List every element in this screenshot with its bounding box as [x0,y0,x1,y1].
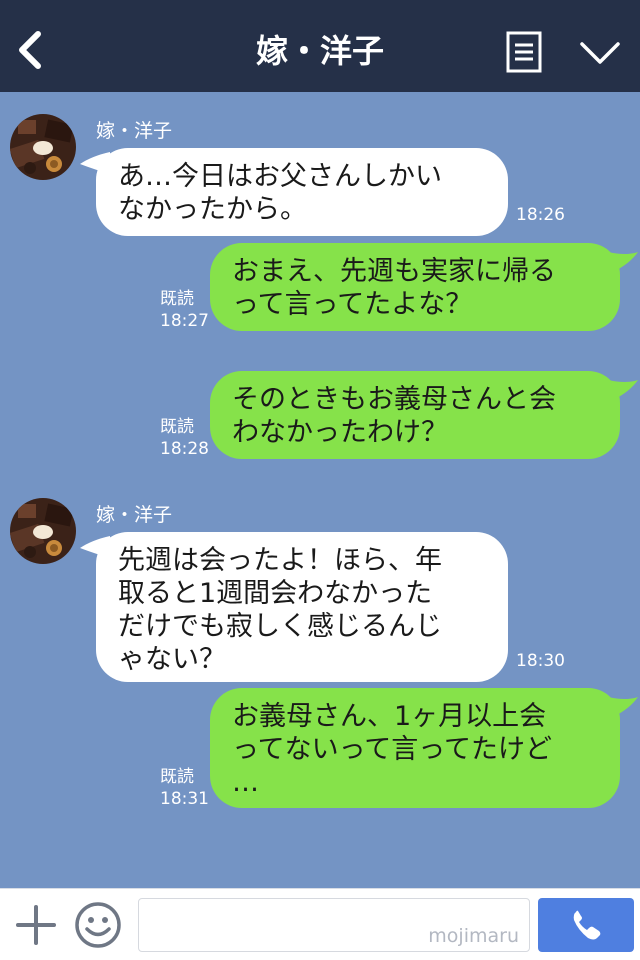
message-bubble-outgoing[interactable]: そのときもお義母さんと会 わなかったわけ？ [210,371,620,459]
message-bubble-incoming[interactable]: 先週は会ったよ！ほら、年 取ると1週間会わなかった だけでも寂しく感じるんじ ゃ… [96,532,508,682]
read-label: 既読 [160,289,194,309]
chocolate-avatar-image [10,498,76,564]
message-line: 取ると1週間会わなかった [118,578,433,609]
bubble-tail [608,697,638,719]
message-time: 18:30 [516,651,565,671]
input-bar: mojimaru [0,888,640,960]
message-bubble-incoming[interactable]: あ…今日はお父さんしかい なかったから。 [96,148,508,236]
message-line: わなかったわけ？ [232,417,448,448]
message-time: 18:27 [160,311,209,331]
chat-title: 嫁・洋子 [255,32,384,70]
expand-button[interactable] [578,40,622,66]
message-time: 18:31 [160,789,209,809]
chat-header: 嫁・洋子 [0,0,640,92]
read-label: 既読 [160,767,194,787]
message-line: おまえ、先週も実家に帰る [232,256,556,287]
read-receipt: 既読 18:28 [160,416,209,460]
chevron-down-icon [580,42,620,64]
message-line: 先週は会ったよ！ほら、年 [118,545,442,576]
message-line: そのときもお義母さんと会 [232,384,556,415]
message-input[interactable]: mojimaru [138,898,530,952]
message-line: あ…今日はお父さんしかい [118,161,442,192]
bubble-tail [608,380,638,402]
phone-icon [573,910,601,940]
note-icon [506,31,542,73]
sender-name: 嫁・洋子 [96,504,173,526]
call-button[interactable] [538,898,634,952]
chat-area[interactable]: 嫁・洋子 あ…今日はお父さんしかい なかったから。 18:26 既読 18:27… [0,92,640,888]
plus-icon [16,905,56,945]
watermark: mojimaru [428,925,519,947]
message-line: ゃない？ [118,644,226,675]
message-time: 18:26 [516,205,565,225]
sender-name: 嫁・洋子 [96,120,173,142]
message-line: お義母さん、1ヶ月以上会 [232,701,547,732]
avatar[interactable] [10,498,76,564]
message-line: ってないって言ってたけど [232,734,552,765]
menu-button[interactable] [505,31,543,73]
read-receipt: 既読 18:31 [160,766,209,810]
read-label: 既読 [160,417,194,437]
emoji-button[interactable] [74,901,122,949]
message-line: なかったから。 [118,194,307,225]
message-line: って言ってたよな？ [232,289,473,320]
smiley-icon [75,902,121,948]
avatar[interactable] [10,114,76,180]
message-line: … [232,767,259,798]
message-bubble-outgoing[interactable]: お義母さん、1ヶ月以上会 ってないって言ってたけど … [210,688,620,808]
read-receipt: 既読 18:27 [160,288,209,332]
chocolate-avatar-image [10,114,76,180]
message-bubble-outgoing[interactable]: おまえ、先週も実家に帰る って言ってたよな？ [210,243,620,331]
add-button[interactable] [14,903,58,947]
message-time: 18:28 [160,439,209,459]
message-line: だけでも寂しく感じるんじ [118,611,442,642]
bubble-tail [608,252,638,274]
